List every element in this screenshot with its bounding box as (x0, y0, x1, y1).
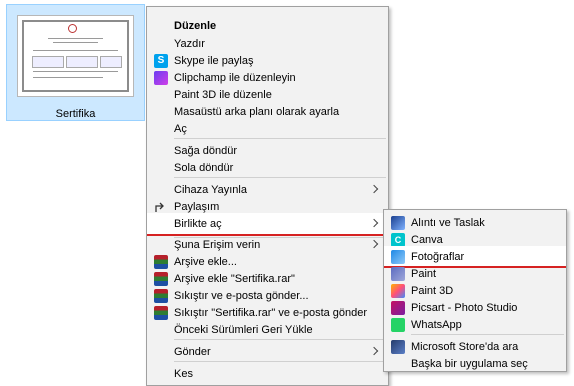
menu-item-cut[interactable]: Kes (147, 363, 388, 385)
winrar-icon (154, 272, 168, 286)
menu-item-open-with[interactable]: Birlikte aç (147, 213, 388, 235)
submenu-item-whatsapp[interactable]: WhatsApp (384, 314, 566, 336)
microsoft-store-icon (391, 340, 405, 354)
chevron-right-icon (369, 218, 379, 228)
paint-icon (391, 267, 405, 281)
sertifika-file[interactable]: Sertifika (6, 4, 145, 121)
menu-separator (174, 339, 386, 340)
snip-sketch-icon (391, 216, 405, 230)
picsart-icon (391, 301, 405, 315)
submenu-item-choose-app[interactable]: Başka bir uygulama seç (384, 353, 566, 375)
share-icon (154, 200, 168, 214)
chevron-right-icon (369, 239, 379, 249)
certificate-thumbnail (17, 15, 134, 97)
paint3d-icon (391, 284, 405, 298)
menu-item-send-to[interactable]: Gönder (147, 341, 388, 363)
photos-icon (391, 250, 405, 264)
file-name-label: Sertifika (55, 108, 96, 120)
menu-item-restore-previous[interactable]: Önceki Sürümleri Geri Yükle (147, 319, 388, 341)
menu-separator (174, 177, 386, 178)
chevron-right-icon (369, 184, 379, 194)
chevron-right-icon (369, 346, 379, 356)
skype-icon: S (154, 54, 168, 68)
context-menu: Düzenle Yazdır S Skype ile paylaş Clipch… (146, 6, 389, 386)
open-with-submenu: Alıntı ve Taslak C Canva Fotoğraflar Pai… (383, 209, 567, 372)
winrar-icon (154, 289, 168, 303)
menu-item-rotate-left[interactable]: Sola döndür (147, 157, 388, 179)
winrar-icon (154, 255, 168, 269)
menu-separator (174, 138, 386, 139)
whatsapp-icon (391, 318, 405, 332)
submenu-separator (411, 334, 564, 335)
clipchamp-icon (154, 71, 168, 85)
menu-separator (174, 361, 386, 362)
winrar-icon (154, 306, 168, 320)
menu-item-ac[interactable]: Aç (147, 118, 388, 140)
canva-icon: C (391, 233, 405, 247)
